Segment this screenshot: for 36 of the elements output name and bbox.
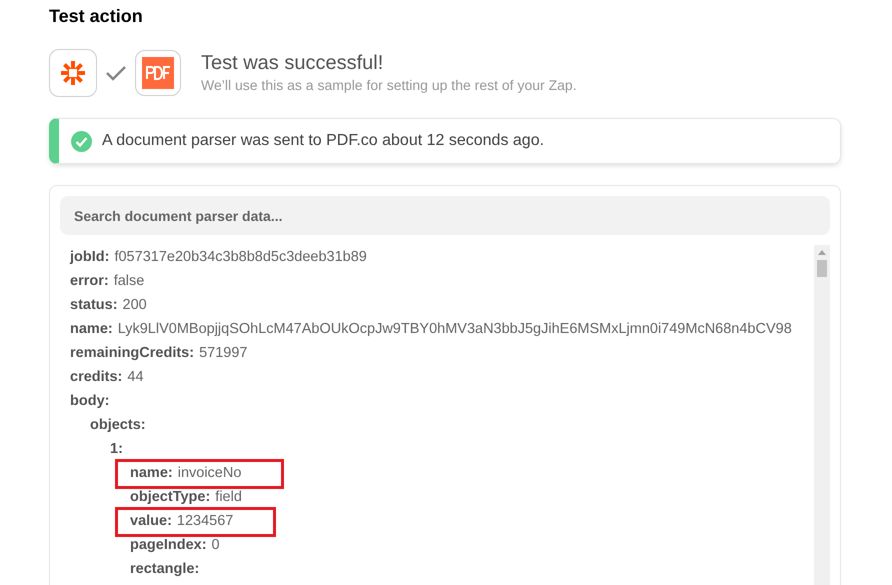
field-value: invoiceNo	[178, 464, 242, 484]
field-key: body:	[70, 391, 110, 413]
alert-message: A document parser was sent to PDF.co about 12 seconds ago.	[102, 131, 544, 151]
field-key: error:	[70, 271, 109, 293]
field-key: name:	[70, 319, 113, 341]
check-icon	[105, 65, 127, 81]
result-title: Test was successful!	[201, 51, 384, 75]
field-key: rectangle:	[130, 559, 200, 581]
field-key: jobId:	[70, 247, 110, 269]
field-value: 44	[127, 368, 144, 388]
field-key: objectType:	[130, 487, 210, 509]
scroll-up-icon[interactable]	[818, 250, 826, 255]
field-key: remainingCredits:	[70, 343, 194, 365]
scrollbar-thumb[interactable]	[817, 260, 827, 277]
field-value: field	[215, 488, 242, 508]
field-key: name:	[130, 463, 173, 485]
field-value: false	[114, 272, 144, 292]
scrollbar[interactable]	[814, 245, 830, 585]
field-value: 0	[212, 536, 220, 556]
field-value: 200	[122, 296, 147, 316]
field-key: status:	[70, 295, 118, 317]
asterisk-logo-icon	[60, 60, 86, 86]
field-key: credits:	[70, 367, 122, 389]
field-key: objects:	[90, 415, 146, 437]
field-value: f057317e20b34c3b8b8d5c3deeb31b89	[114, 248, 367, 268]
field-value: 1234567	[176, 512, 234, 532]
field-key: pageIndex:	[130, 535, 207, 557]
field-value: 571997	[199, 344, 248, 364]
field-key: 1:	[110, 439, 123, 461]
section-title: Test action	[49, 5, 144, 27]
result-subtitle: We’ll use this as a sample for setting up the rest of your Zap.	[201, 76, 577, 95]
search-field[interactable]: Search document parser data...	[60, 196, 830, 235]
pdf-logo-icon	[142, 57, 174, 89]
field-value: Lyk9LlV0MBopjjqSOhLcM47AbOUkOcpJw9TBY0hMV3aN3bbJ5gJihE6MSMxLjmn0i749McN68n4bCV98	[118, 320, 792, 340]
check-circle-icon	[71, 130, 92, 152]
field-key: value:	[130, 511, 172, 533]
